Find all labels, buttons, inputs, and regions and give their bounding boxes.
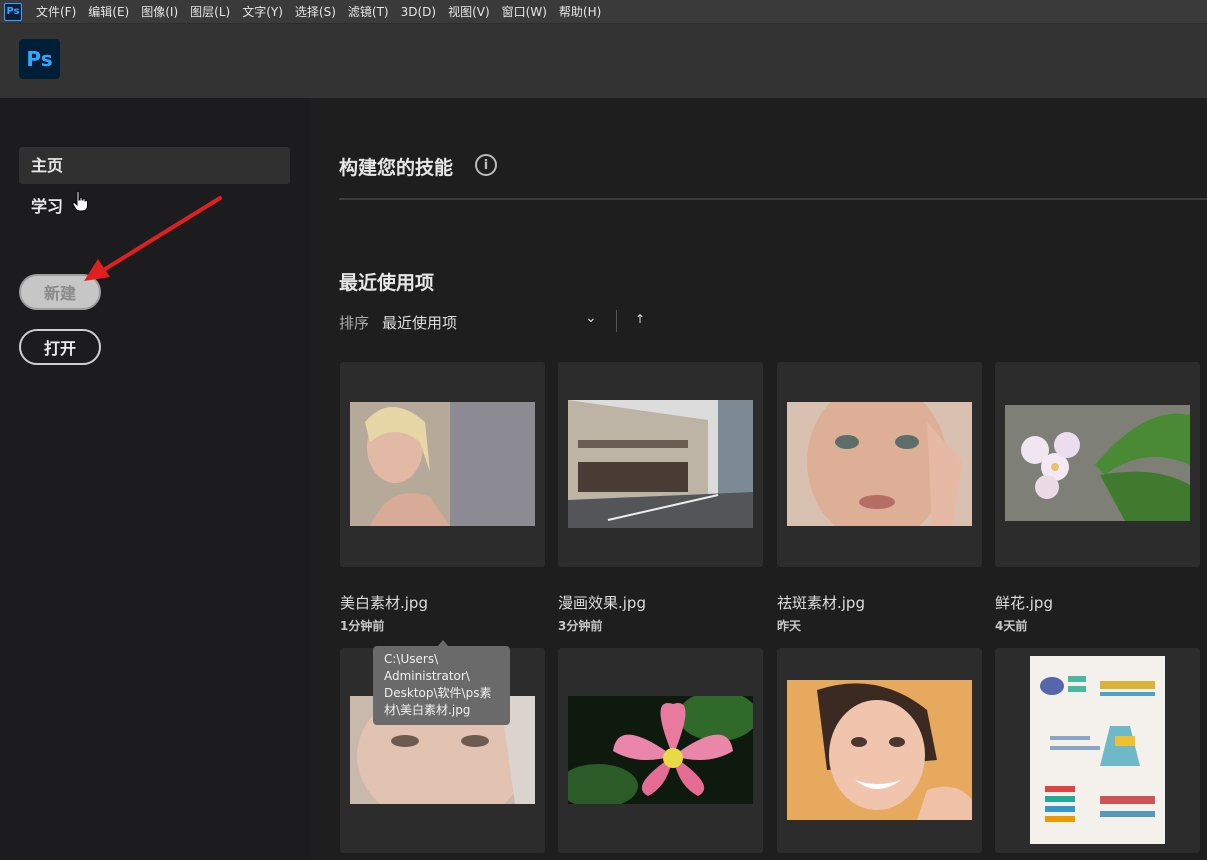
recent-file-card[interactable]: [777, 648, 982, 853]
chevron-down-icon[interactable]: ⌄: [585, 310, 597, 326]
menu-window[interactable]: 窗口(W): [496, 0, 553, 24]
section-divider: [339, 198, 1207, 200]
hand-cursor-icon: [72, 190, 88, 212]
thumbnail-image: [350, 402, 535, 526]
file-time: 昨天: [777, 619, 802, 633]
file-name[interactable]: 漫画效果.jpg: [558, 592, 646, 613]
tooltip-line: Desktop\软件\ps素: [384, 686, 492, 700]
file-time: 1分钟前: [340, 619, 385, 633]
recent-file-card[interactable]: [558, 362, 763, 567]
tooltip-line: Administrator\: [384, 669, 470, 683]
recent-file-card[interactable]: [777, 362, 982, 567]
info-icon[interactable]: i: [475, 154, 497, 176]
file-time: 3分钟前: [558, 619, 603, 633]
app-header: Ps: [0, 24, 1207, 98]
sort-dropdown-value[interactable]: 最近使用项: [382, 312, 457, 333]
thumbnail-image: [787, 680, 972, 820]
photoshop-app-icon[interactable]: Ps: [4, 2, 22, 21]
photoshop-logo: Ps: [19, 39, 60, 79]
tooltip-line: 材\美白素材.jpg: [384, 703, 471, 717]
red-arrow-annotation: [84, 196, 222, 281]
recent-file-card[interactable]: [558, 648, 763, 853]
file-name[interactable]: 美白素材.jpg: [340, 592, 428, 613]
thumbnail-image: [1005, 405, 1190, 521]
menu-layer[interactable]: 图层(L): [184, 0, 236, 24]
menu-3d[interactable]: 3D(D): [395, 0, 442, 24]
tooltip-line: C:\Users\: [384, 652, 439, 666]
recent-file-card[interactable]: [340, 362, 545, 567]
sort-label: 排序: [339, 314, 370, 332]
open-button[interactable]: 打开: [19, 329, 101, 365]
recent-file-card[interactable]: [995, 648, 1200, 853]
recent-file-card[interactable]: [995, 362, 1200, 567]
menu-type[interactable]: 文字(Y): [236, 0, 289, 24]
menu-file[interactable]: 文件(F): [30, 0, 82, 24]
skills-section-title: 构建您的技能: [339, 157, 454, 179]
file-name[interactable]: 鲜花.jpg: [995, 592, 1053, 613]
thumbnail-image: [787, 402, 972, 526]
menu-select[interactable]: 选择(S): [289, 0, 342, 24]
sidebar-item-home[interactable]: 主页: [19, 147, 290, 184]
menu-view[interactable]: 视图(V): [442, 0, 496, 24]
file-name[interactable]: 祛斑素材.jpg: [777, 592, 865, 613]
recent-section-title: 最近使用项: [339, 272, 435, 294]
thumbnail-image: [568, 400, 753, 528]
menu-help[interactable]: 帮助(H): [553, 0, 607, 24]
sort-ascending-icon[interactable]: ↑: [635, 312, 645, 326]
menu-image[interactable]: 图像(I): [135, 0, 184, 24]
sort-separator: [616, 310, 617, 332]
thumbnail-image: [1030, 656, 1165, 844]
file-time: 4天前: [995, 619, 1028, 633]
menu-bar: Ps 文件(F) 编辑(E) 图像(I) 图层(L) 文字(Y) 选择(S) 滤…: [0, 0, 1207, 24]
file-path-tooltip: C:\Users\ Administrator\ Desktop\软件\ps素 …: [373, 646, 510, 725]
menu-edit[interactable]: 编辑(E): [82, 0, 135, 24]
thumbnail-image: [568, 696, 753, 804]
menu-filter[interactable]: 滤镜(T): [342, 0, 395, 24]
